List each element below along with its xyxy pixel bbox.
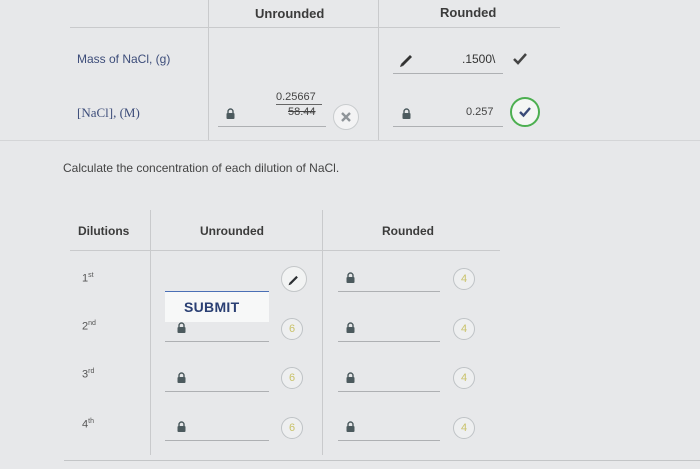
sig-fig-badge-unrounded-3rd: 6 (281, 367, 303, 389)
rounded-input-line-2nd (338, 341, 440, 342)
lock-icon (346, 421, 355, 432)
mass-nacl-label: Mass of NaCl, (g) (77, 52, 171, 66)
mass-nacl-rounded-input-line (393, 73, 503, 74)
correct-badge (510, 97, 540, 127)
instruction-text: Calculate the concentration of each dilu… (63, 161, 340, 175)
lock-icon (402, 108, 411, 119)
edit-button-1st[interactable] (281, 266, 307, 292)
rounded-input-line-3rd (338, 391, 440, 392)
sig-fig-badge-4th: 4 (453, 417, 475, 439)
lock-icon (177, 322, 186, 333)
top-table-col-divider-1 (208, 0, 209, 140)
dilution-label-4th: 4th (82, 418, 94, 431)
dilution-label-1st: 1st (82, 272, 94, 285)
sig-fig-badge-1st: 4 (453, 268, 475, 290)
sig-fig-badge-3rd: 4 (453, 367, 475, 389)
dilutions-header: Dilutions (78, 224, 130, 238)
unrounded-header: Unrounded (255, 6, 325, 21)
dilutions-bottom-divider (64, 460, 700, 461)
mass-nacl-rounded-value[interactable]: .1500\ (462, 52, 495, 66)
nacl-unrounded-input-line (218, 126, 326, 127)
nacl-molarity-label: [NaCl], (M) (77, 105, 140, 120)
unrounded-input-line-3rd (165, 391, 269, 392)
nacl-unrounded-numerator: 0.25667 (276, 91, 316, 103)
dilutions-unrounded-header: Unrounded (200, 224, 264, 238)
lock-icon (346, 372, 355, 383)
check-icon (513, 53, 527, 65)
dilutions-col-divider-2 (322, 210, 323, 455)
nacl-unrounded-denominator: 58.44 (288, 106, 316, 118)
dilution-label-2nd: 2nd (82, 320, 96, 333)
top-table-header-divider (70, 27, 560, 28)
dilutions-rounded-header: Rounded (382, 224, 434, 238)
sig-fig-badge-unrounded-4th: 6 (281, 417, 303, 439)
fraction-bar (276, 104, 322, 105)
lock-icon (177, 421, 186, 432)
top-table-col-divider-2 (378, 0, 379, 140)
x-icon (341, 112, 351, 122)
pencil-icon (288, 275, 298, 286)
unrounded-input-line-4th (165, 440, 269, 441)
submit-button[interactable]: SUBMIT (184, 299, 239, 315)
dilution-label-3rd: 3rd (82, 368, 95, 381)
dilutions-header-divider (70, 250, 500, 251)
lock-icon (177, 372, 186, 383)
rounded-input-line-1st (338, 291, 440, 292)
unrounded-input-line-2nd (165, 341, 269, 342)
lock-icon (346, 272, 355, 283)
incorrect-badge (333, 104, 359, 130)
check-icon (519, 107, 531, 118)
sig-fig-badge-unrounded-2nd: 6 (281, 318, 303, 340)
pencil-icon[interactable] (398, 50, 416, 68)
rounded-header: Rounded (440, 5, 497, 20)
nacl-rounded-input-line (393, 126, 503, 127)
dilutions-col-divider-1 (150, 210, 151, 455)
rounded-input-line-4th (338, 440, 440, 441)
sig-fig-badge-2nd: 4 (453, 318, 475, 340)
top-table-bottom-divider (0, 140, 700, 141)
nacl-rounded-value: 0.257 (466, 106, 494, 118)
lock-icon (226, 108, 235, 119)
lock-icon (346, 322, 355, 333)
